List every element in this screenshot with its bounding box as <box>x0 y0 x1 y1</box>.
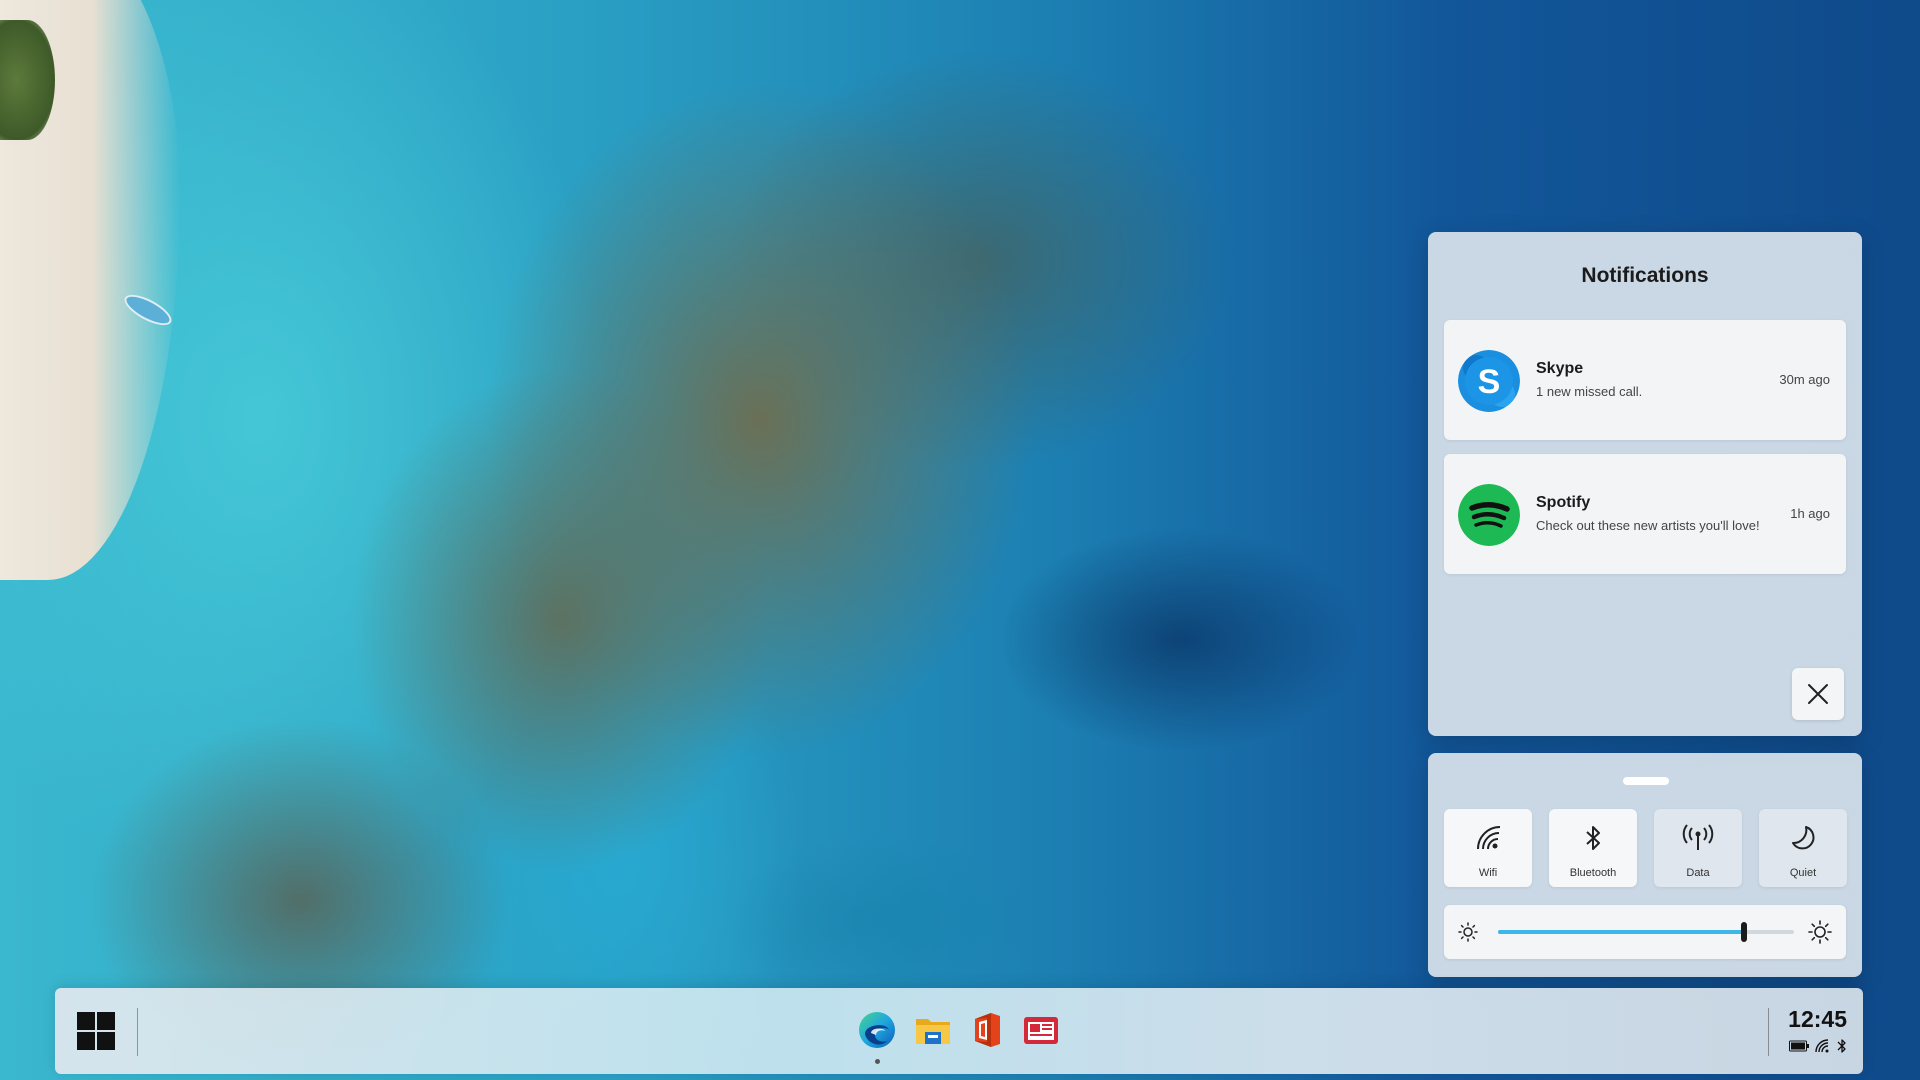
bluetooth-icon <box>1586 826 1600 850</box>
wifi-icon <box>1815 1039 1829 1053</box>
tile-label: Data <box>1686 867 1710 879</box>
quiet-toggle[interactable]: Quiet <box>1759 809 1847 887</box>
taskbar-app-office[interactable] <box>967 1010 1007 1050</box>
close-icon <box>1808 684 1828 704</box>
notification-message: 1 new missed call. <box>1536 384 1643 399</box>
brightness-slider-fill <box>1498 930 1744 934</box>
tile-label: Quiet <box>1789 867 1817 879</box>
taskbar: 12:45 <box>55 988 1863 1074</box>
moon-icon <box>1792 826 1815 850</box>
office-icon <box>975 1013 1000 1047</box>
system-tray[interactable] <box>1789 1038 1847 1054</box>
taskbar-divider <box>137 1008 138 1056</box>
wallpaper-vegetation <box>0 20 55 140</box>
data-toggle[interactable]: Data <box>1654 809 1742 887</box>
cellular-data-icon <box>1682 824 1714 850</box>
taskbar-clock[interactable]: 12:45 <box>1788 1006 1847 1033</box>
tile-label: Wifi <box>1478 867 1498 879</box>
wifi-icon <box>1477 826 1501 850</box>
spotify-icon <box>1458 484 1520 546</box>
windows-logo-square <box>97 1012 115 1030</box>
brightness-slider-thumb[interactable] <box>1740 922 1747 942</box>
notification-app-name: Skype <box>1536 360 1584 377</box>
tile-label: Bluetooth <box>1569 867 1617 879</box>
start-button[interactable] <box>77 1012 115 1050</box>
taskbar-app-news[interactable] <box>1021 1010 1061 1050</box>
news-icon <box>1024 1017 1058 1044</box>
notification-spotify[interactable]: Spotify Check out these new artists you'… <box>1444 454 1846 574</box>
quick-settings-panel: Wifi Bluetooth Data Quiet <box>1428 753 1862 977</box>
taskbar-divider <box>1768 1008 1769 1056</box>
windows-logo-icon <box>77 1012 95 1030</box>
folder-icon <box>916 1019 950 1044</box>
windows-logo-square <box>77 1032 95 1050</box>
brightness-slider[interactable] <box>1498 922 1794 942</box>
notification-time: 30m ago <box>1779 372 1830 387</box>
windows-logo-square <box>97 1032 115 1050</box>
notification-app-name: Spotify <box>1536 494 1591 511</box>
dismiss-all-button[interactable] <box>1792 668 1844 720</box>
edge-icon <box>859 1012 895 1048</box>
notification-message: Check out these new artists you'll love! <box>1536 518 1760 533</box>
wifi-toggle[interactable]: Wifi <box>1444 809 1532 887</box>
notification-panel: Notifications S Skype 1 new missed call.… <box>1428 232 1862 736</box>
notification-panel-title: Notifications <box>1581 264 1709 287</box>
brightness-high-icon <box>1808 920 1832 944</box>
desktop: Notifications S Skype 1 new missed call.… <box>0 0 1920 1080</box>
svg-text:S: S <box>1478 363 1501 401</box>
drag-handle[interactable] <box>1623 777 1669 785</box>
battery-icon <box>1789 1040 1809 1052</box>
notification-skype[interactable]: S Skype 1 new missed call. 30m ago <box>1444 320 1846 440</box>
taskbar-app-edge[interactable] <box>857 1010 897 1064</box>
bluetooth-icon <box>1837 1039 1846 1053</box>
brightness-control <box>1444 905 1846 959</box>
notification-time: 1h ago <box>1790 506 1830 521</box>
brightness-low-icon <box>1458 922 1478 942</box>
bluetooth-toggle[interactable]: Bluetooth <box>1549 809 1637 887</box>
taskbar-app-file-explorer[interactable] <box>913 1010 953 1050</box>
skype-icon: S <box>1458 350 1520 412</box>
running-indicator <box>875 1059 880 1064</box>
